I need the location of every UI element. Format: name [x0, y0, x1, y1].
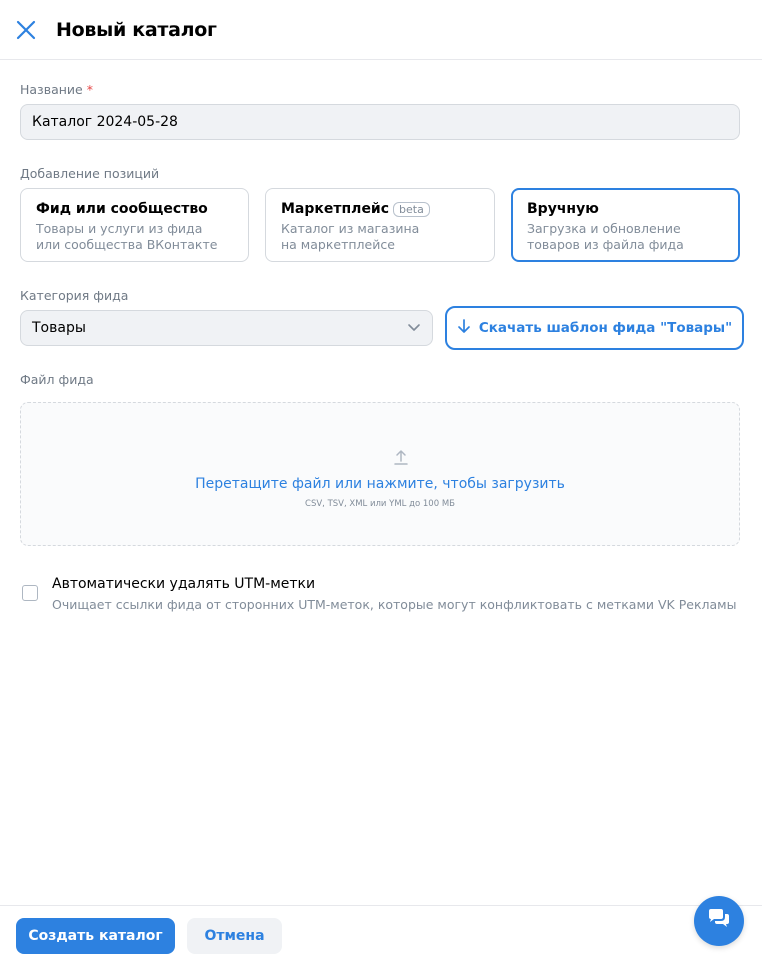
upload-icon — [392, 447, 410, 471]
header: Новый каталог — [0, 0, 762, 60]
category-select-value: Товары — [32, 320, 86, 336]
cancel-button[interactable]: Отмена — [187, 918, 282, 954]
option-manual[interactable]: Вручную Загрузка и обновление товаров из… — [511, 188, 740, 262]
beta-badge: beta — [393, 201, 430, 217]
footer: Создать каталог Отмена — [0, 905, 762, 966]
category-select[interactable]: Товары — [20, 310, 433, 346]
file-label: Файл фида — [20, 372, 94, 387]
option-title: Вручную — [527, 201, 599, 217]
option-description: Загрузка и обновление товаров из файла ф… — [527, 221, 684, 252]
option-description: Каталог из магазина на маркетплейсе — [281, 221, 420, 252]
utm-description: Очищает ссылки фида от сторонних UTM-мет… — [52, 597, 737, 612]
required-mark: * — [86, 82, 93, 97]
positions-label: Добавление позиций — [20, 166, 160, 181]
chat-button[interactable] — [694, 896, 744, 946]
name-label: Название * — [20, 82, 93, 97]
dropzone-text: Перетащите файл или нажмите, чтобы загру… — [195, 476, 565, 492]
chat-icon — [706, 907, 732, 935]
download-template-button[interactable]: Скачать шаблон фида "Товары" — [445, 306, 744, 350]
file-dropzone[interactable]: Перетащите файл или нажмите, чтобы загру… — [20, 402, 740, 546]
option-title: Фид или сообщество — [36, 201, 208, 217]
option-marketplace[interactable]: Маркетплейс beta Каталог из магазина на … — [265, 188, 495, 262]
download-template-label: Скачать шаблон фида "Товары" — [478, 320, 733, 336]
page-title: Новый каталог — [56, 19, 217, 41]
dropzone-hint: CSV, TSV, XML или YML до 100 МБ — [305, 499, 455, 509]
option-description: Товары и услуги из фида или сообщества В… — [36, 221, 218, 252]
close-icon[interactable] — [12, 16, 40, 44]
utm-checkbox[interactable] — [22, 585, 38, 601]
option-title: Маркетплейс beta — [281, 200, 479, 218]
create-catalog-button[interactable]: Создать каталог — [16, 918, 175, 954]
arrow-down-icon — [457, 318, 471, 338]
catalog-name-input[interactable] — [20, 104, 740, 140]
chevron-down-icon — [407, 319, 421, 338]
category-label: Категория фида — [20, 288, 129, 303]
option-feed-or-community[interactable]: Фид или сообщество Товары и услуги из фи… — [20, 188, 249, 262]
utm-title: Автоматически удалять UTM-метки — [52, 576, 316, 592]
